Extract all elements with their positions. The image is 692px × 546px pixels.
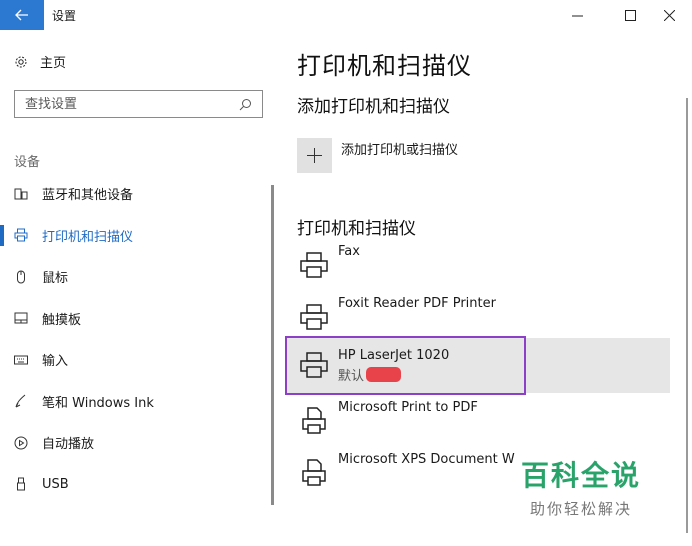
mouse-icon: [14, 270, 28, 284]
search-box[interactable]: [14, 90, 263, 118]
autoplay-icon: [14, 436, 28, 450]
redaction-mark: [366, 367, 402, 382]
printer-icon: [300, 252, 328, 278]
sidebar-item-label: 蓝牙和其他设备: [42, 188, 134, 204]
watermark: 百科全说 助你轻松解决: [516, 454, 646, 519]
minimize-icon: [571, 15, 583, 16]
printer-item-hp[interactable]: HP LaserJet 1020 默认: [286, 338, 670, 393]
home-label: 主页: [40, 56, 67, 71]
gear-icon: [15, 56, 27, 67]
sidebar-item-label: USB: [42, 476, 69, 492]
printer-name: Foxit Reader PDF Printer: [338, 296, 496, 311]
watermark-subtitle: 助你轻松解决: [529, 500, 632, 518]
printer-item-ms-pdf[interactable]: Microsoft Print to PDF: [297, 396, 669, 444]
bluetooth-devices-icon: [14, 187, 28, 201]
page-title: 打印机和扫描仪: [297, 52, 472, 80]
sidebar-item-label: 输入: [42, 354, 69, 370]
sidebar-item-label: 触摸板: [42, 312, 82, 328]
back-arrow-icon: [15, 9, 28, 21]
printers-section-title: 打印机和扫描仪: [297, 219, 416, 239]
printer-name: Fax: [338, 244, 360, 259]
sidebar-item-label: 打印机和扫描仪: [42, 229, 134, 245]
main-content: 打印机和扫描仪 添加打印机和扫描仪 添加打印机或扫描仪 打印机和扫描仪 Fax …: [280, 30, 692, 546]
sidebar-scrollbar[interactable]: [271, 185, 274, 505]
sidebar-item-usb[interactable]: USB: [0, 464, 270, 506]
sidebar-item-label: 鼠标: [42, 271, 69, 287]
pen-icon: [14, 394, 28, 408]
printer-item-fax[interactable]: Fax: [297, 240, 669, 288]
add-section-title: 添加打印机和扫描仪: [297, 97, 450, 117]
back-button[interactable]: [0, 0, 44, 30]
printer-name: Microsoft Print to PDF: [338, 400, 478, 415]
document-printer-icon: [302, 459, 326, 486]
printer-name: HP LaserJet 1020: [338, 348, 450, 363]
sidebar-nav: 蓝牙和其他设备 打印机和扫描仪 鼠标 触摸板 输入 笔和 Windows Ink…: [0, 173, 270, 505]
add-printer-row[interactable]: 添加打印机或扫描仪: [297, 138, 458, 173]
sidebar-item-bluetooth[interactable]: 蓝牙和其他设备: [0, 173, 270, 215]
sidebar: 主页 设备 蓝牙和其他设备 打印机和扫描仪 鼠标: [0, 30, 280, 546]
close-icon: [663, 9, 675, 21]
sidebar-item-label: 自动播放: [42, 437, 95, 453]
plus-icon: [307, 148, 322, 163]
add-printer-button[interactable]: [297, 138, 332, 173]
touchpad-icon: [14, 311, 28, 325]
window-title: 设置: [52, 9, 77, 23]
sidebar-item-touchpad[interactable]: 触摸板: [0, 298, 270, 340]
printer-icon: [14, 228, 28, 242]
printer-icon: [300, 304, 328, 330]
section-label-devices: 设备: [14, 155, 41, 170]
sidebar-item-mouse[interactable]: 鼠标: [0, 256, 270, 298]
watermark-title: 百科全说: [520, 459, 641, 492]
search-input[interactable]: [25, 96, 239, 112]
usb-icon: [14, 477, 28, 491]
sidebar-item-label: 笔和 Windows Ink: [42, 395, 154, 411]
add-printer-label: 添加打印机或扫描仪: [341, 143, 459, 158]
printer-status: 默认: [338, 369, 365, 384]
home-link[interactable]: 主页: [14, 52, 66, 71]
minimize-button[interactable]: [554, 0, 600, 30]
document-printer-icon: [302, 407, 326, 434]
title-bar: 设置: [0, 0, 692, 30]
sidebar-item-typing[interactable]: 输入: [0, 339, 270, 381]
printer-item-foxit[interactable]: Foxit Reader PDF Printer: [297, 292, 669, 340]
maximize-icon: [624, 9, 636, 21]
sidebar-item-autoplay[interactable]: 自动播放: [0, 422, 270, 464]
sidebar-item-pen[interactable]: 笔和 Windows Ink: [0, 381, 270, 423]
close-button[interactable]: [646, 0, 692, 30]
main-scrollbar[interactable]: [686, 98, 688, 533]
printer-icon: [300, 352, 328, 378]
printer-name: Microsoft XPS Document W: [338, 452, 515, 467]
search-icon[interactable]: [239, 98, 252, 111]
keyboard-icon: [14, 353, 28, 367]
sidebar-item-printers[interactable]: 打印机和扫描仪: [0, 215, 270, 257]
